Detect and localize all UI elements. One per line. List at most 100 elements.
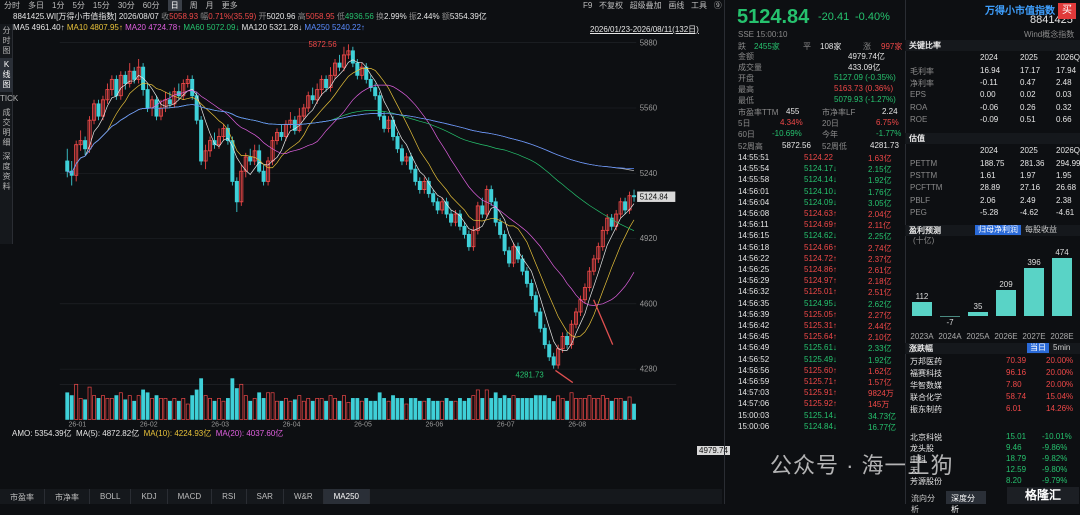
tick-price: 5124.10↓	[804, 186, 837, 196]
volume-bar	[141, 389, 146, 420]
tab-flow-analysis[interactable]: 流向分析	[906, 491, 946, 514]
volume-bar	[87, 386, 92, 420]
tab-ma250[interactable]: MA250	[323, 489, 370, 504]
stat-pb-label: 市净率LF	[822, 108, 856, 117]
stock-price: 8.20	[1006, 476, 1022, 485]
vtab-tick[interactable]: TICK	[0, 92, 18, 106]
profit-year: 2028E	[1050, 332, 1074, 341]
tab-deep-analysis[interactable]: 深度分析	[946, 491, 986, 514]
buy-button[interactable]: 买	[1058, 3, 1076, 19]
tab-5min[interactable]: 5分	[72, 0, 84, 11]
tab-15min[interactable]: 15分	[93, 0, 110, 11]
candle-body	[502, 234, 507, 252]
tick-price: 5124.63↑	[804, 209, 837, 218]
tick-time: 14:56:15	[738, 231, 770, 241]
val-row: PBLF 2.06 2.49 2.38	[910, 196, 1078, 206]
rise-row[interactable]: 华智数媒 7.80 20.00%	[910, 380, 1078, 390]
stat-pe-label: 市盈率TTM	[738, 108, 779, 117]
date-axis-label: 26-05	[354, 421, 372, 428]
tab-day[interactable]: 日	[167, 0, 182, 11]
fall-row[interactable]: 北京科锐 15.01 -10.01%	[910, 432, 1078, 442]
volume-bar	[591, 398, 596, 420]
stat-row: 成交量 433.09亿	[738, 62, 904, 72]
volume-bar	[257, 392, 262, 420]
tab-duori[interactable]: 多日	[28, 0, 44, 11]
date-axis-label: 26-07	[497, 421, 515, 428]
volume-bar	[587, 395, 592, 420]
eps-button[interactable]: 每股收益	[1022, 225, 1060, 235]
overlay-button[interactable]: 超级叠加	[630, 1, 662, 10]
tick-time: 14:56:52	[738, 354, 770, 364]
fall-row[interactable]: 天 12.59 -9.80%	[910, 465, 1078, 475]
tab-macd[interactable]: MACD	[168, 489, 213, 504]
ratio-year: 2025	[1020, 53, 1038, 62]
f9-button[interactable]: F9	[583, 1, 592, 10]
view-tabs: 分时图 K线图 TICK 成交明细 深度资料	[0, 24, 18, 244]
exchange-time: SSE 15:00:10	[738, 30, 787, 39]
tab-pe[interactable]: 市盈率	[0, 489, 45, 504]
tab-more[interactable]: 更多	[222, 0, 238, 11]
tab-fenshi[interactable]: 分时	[4, 0, 20, 11]
candle-body	[234, 180, 239, 203]
vtab-depth[interactable]: 深度资料	[0, 150, 13, 194]
tick-amount: 2.27亿	[868, 310, 892, 320]
tools-button[interactable]: 工具	[691, 1, 707, 10]
stock-price: 15.01	[1006, 432, 1027, 441]
fall-row[interactable]: 芳源股份 8.20 -9.79%	[910, 476, 1078, 486]
tab-boll[interactable]: BOLL	[90, 489, 132, 504]
tab-1min[interactable]: 1分	[52, 0, 64, 11]
tab-rsi[interactable]: RSI	[212, 489, 247, 504]
no-adjust-button[interactable]: 不复权	[599, 1, 623, 10]
ratio-value: 0.03	[1056, 90, 1072, 100]
volume-bar	[270, 392, 275, 420]
vtab-fenshi[interactable]: 分时图	[0, 24, 13, 58]
rise-row[interactable]: 福赛科技 96.16 20.00%	[910, 368, 1078, 378]
tick-price: 5125.71↑	[804, 377, 837, 386]
vtab-detail[interactable]: 成交明细	[0, 106, 13, 150]
stat-amt-label: 金额	[738, 52, 754, 61]
volume-bar	[127, 395, 132, 420]
tab-month[interactable]: 月	[206, 0, 214, 11]
tab-sar[interactable]: SAR	[247, 489, 284, 504]
5min-button[interactable]: 5min	[1050, 343, 1073, 353]
settings-icon[interactable]: ⑨	[714, 1, 722, 10]
stat-row: 金额 4979.74亿	[738, 51, 904, 61]
tick-amount: 1.63亿	[868, 154, 892, 163]
stock-name: 振东制药	[910, 405, 942, 414]
tick-amount: 2.15亿	[868, 165, 892, 175]
volume-bar	[315, 398, 320, 420]
rise-row[interactable]: 联合化学 58.74 15.04%	[910, 392, 1078, 402]
profit-bar	[968, 311, 988, 316]
fall-row[interactable]: 中科 18.79 -9.82%	[910, 454, 1078, 464]
vtab-kline[interactable]: K线图	[0, 58, 13, 92]
ratio-name: 毛利率	[910, 67, 934, 76]
volume-bar	[239, 383, 244, 420]
stat-d5-label: 5日	[738, 119, 751, 128]
volume-bar	[92, 395, 96, 420]
volume-bar	[413, 398, 418, 420]
volume-bar	[627, 396, 632, 420]
tab-30min[interactable]: 30分	[118, 0, 135, 11]
tick-time: 14:56:04	[738, 197, 770, 207]
candle-body	[65, 160, 70, 172]
tab-60min[interactable]: 60分	[143, 0, 160, 11]
volume-bar	[301, 400, 306, 420]
fall-row[interactable]: 龙头股 9.46 -9.86%	[910, 443, 1078, 453]
tab-kdj[interactable]: KDJ	[131, 489, 168, 504]
net-profit-button[interactable]: 归母净利润	[975, 225, 1021, 235]
rise-row[interactable]: 万邦医药 70.39 20.00%	[910, 356, 1078, 366]
tab-week[interactable]: 周	[190, 0, 198, 11]
stat-vol-label: 成交量	[738, 63, 762, 72]
today-button[interactable]: 当日	[1027, 343, 1049, 353]
kline-chart[interactable]: 5880 5560 5240 4920 4600 4280 5124.84 5872.56 42…	[13, 34, 723, 429]
tick-amount: 9824万	[868, 389, 894, 399]
draw-button[interactable]: 画线	[668, 1, 684, 10]
ratio-name: EPS	[910, 90, 927, 100]
rise-row[interactable]: 振东制药 6.01 14.26%	[910, 404, 1078, 414]
candle-body	[279, 132, 284, 137]
val-year-row: 2024 2025 2026Q1	[910, 146, 1080, 156]
tab-wr[interactable]: W&R	[284, 489, 324, 504]
volume-bar	[181, 398, 186, 420]
tab-pb[interactable]: 市净率	[45, 489, 90, 504]
candle-body	[547, 344, 552, 358]
